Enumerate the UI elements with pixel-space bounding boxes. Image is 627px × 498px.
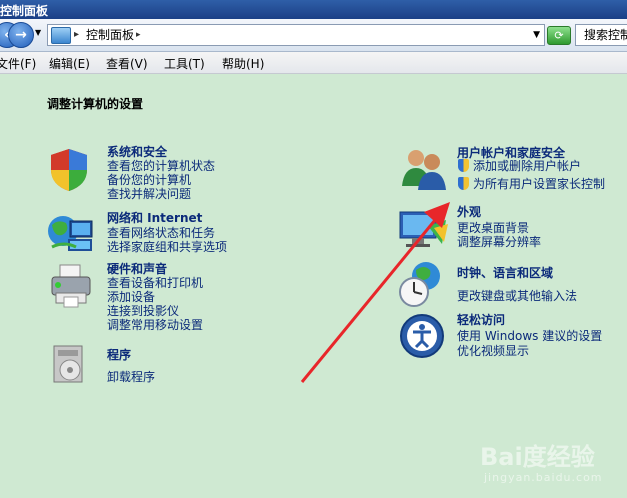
category-clock-language-region[interactable]: 时钟、语言和区域 [457, 264, 553, 281]
menu-tools[interactable]: 工具(T) [164, 55, 205, 72]
history-dropdown-icon[interactable]: ▼ [35, 28, 41, 37]
link-find-fix-problems[interactable]: 查找并解决问题 [107, 185, 191, 202]
refresh-button[interactable]: ⟳ [547, 26, 571, 45]
menu-view[interactable]: 查看(V) [106, 55, 148, 72]
link-homegroup-sharing[interactable]: 选择家庭组和共享选项 [107, 238, 227, 255]
programs-box-icon[interactable] [50, 342, 90, 386]
clock-globe-icon[interactable] [398, 260, 448, 308]
appearance-monitor-icon[interactable] [398, 210, 450, 250]
breadcrumb-control-panel[interactable]: 控制面板 [86, 25, 134, 45]
link-parental-controls[interactable]: 为所有用户设置家长控制 [473, 175, 605, 192]
network-globe-icon[interactable] [46, 213, 96, 255]
link-optimize-video-display[interactable]: 优化视频显示 [457, 342, 529, 359]
breadcrumb-separator-icon[interactable]: ▸ [74, 25, 79, 45]
link-uninstall-program[interactable]: 卸载程序 [107, 368, 155, 385]
address-field[interactable]: ▸ 控制面板 ▸ ▼ [47, 24, 545, 46]
forward-button[interactable]: → [8, 22, 34, 48]
category-programs[interactable]: 程序 [107, 346, 131, 363]
watermark-logo: Bai度经验 [480, 443, 595, 471]
menu-bar: 文件(F) 编辑(E) 查看(V) 工具(T) 帮助(H) [0, 52, 627, 74]
menu-help[interactable]: 帮助(H) [222, 55, 264, 72]
uac-shield-icon [458, 159, 469, 172]
breadcrumb-dropdown-icon[interactable]: ▸ [136, 25, 141, 45]
baidu-watermark: Bai度经验 jingyan.baidu.com [480, 431, 620, 491]
control-panel-icon [51, 27, 71, 44]
category-appearance[interactable]: 外观 [457, 203, 481, 220]
link-add-remove-accounts[interactable]: 添加或删除用户帐户 [473, 157, 581, 174]
category-ease-of-access[interactable]: 轻松访问 [457, 311, 505, 328]
search-input[interactable]: 搜索控制 [575, 24, 627, 46]
ease-of-access-icon[interactable] [399, 313, 445, 359]
security-shield-icon[interactable] [47, 147, 91, 193]
watermark-url: jingyan.baidu.com [484, 471, 603, 484]
page-title: 调整计算机的设置 [47, 97, 144, 111]
link-adjust-resolution[interactable]: 调整屏幕分辨率 [457, 233, 541, 250]
menu-file[interactable]: 文件(F) [0, 55, 36, 72]
printer-hardware-icon[interactable] [48, 263, 94, 309]
window-title: 控制面板 [0, 4, 49, 18]
link-change-keyboard-input[interactable]: 更改键盘或其他输入法 [457, 287, 577, 304]
title-bar: 控制面板 [0, 0, 627, 19]
address-dropdown-icon[interactable]: ▼ [533, 25, 540, 45]
menu-edit[interactable]: 编辑(E) [49, 55, 90, 72]
address-toolbar: ‹ → ▼ ▸ 控制面板 ▸ ▼ ⟳ 搜索控制 [0, 19, 627, 52]
user-accounts-icon[interactable] [398, 146, 448, 192]
link-mobility-settings[interactable]: 调整常用移动设置 [107, 316, 203, 333]
uac-shield-icon [458, 177, 469, 190]
